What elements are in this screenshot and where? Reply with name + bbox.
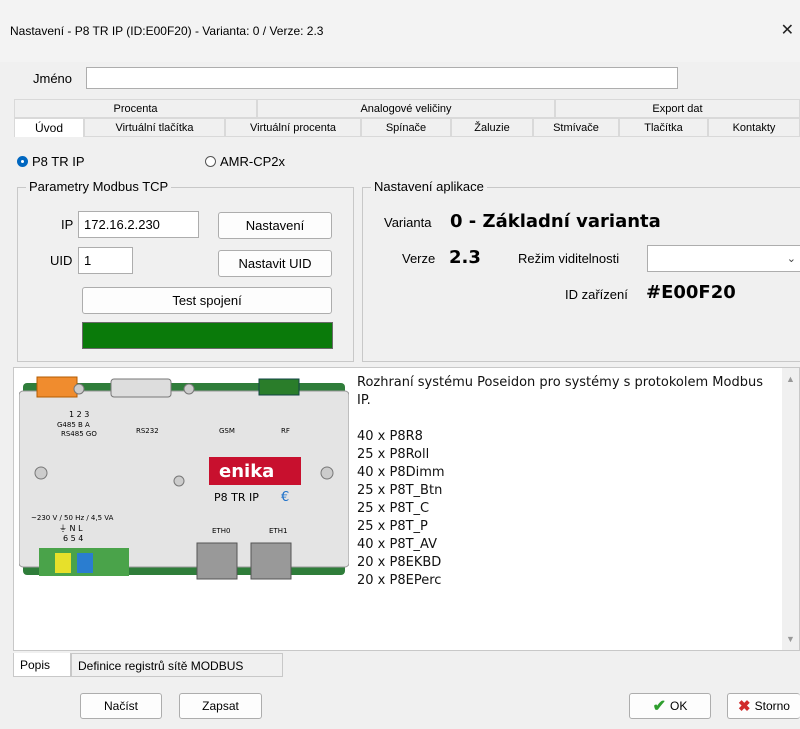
tab-definice-registru[interactable]: Definice registrů sítě MODBUS	[71, 653, 283, 677]
tab-kontakty[interactable]: Kontakty	[708, 118, 800, 137]
port-rf-label: RF	[281, 427, 290, 435]
tab-virtualni-tlacitka[interactable]: Virtuální tlačítka	[84, 118, 225, 137]
tab-popis[interactable]: Popis	[13, 653, 71, 677]
description-scrollbar[interactable]: ▲ ▼	[782, 368, 799, 650]
radio-p8-tr-ip-label: P8 TR IP	[32, 154, 85, 169]
scroll-down-icon[interactable]: ▼	[786, 634, 795, 644]
ip-label: IP	[61, 217, 74, 232]
x-icon: ✖	[738, 698, 751, 715]
radio-p8-tr-ip[interactable]: P8 TR IP	[17, 154, 85, 169]
model-label: P8 TR IP	[214, 491, 259, 504]
device-id-label: ID zařízení	[565, 287, 628, 302]
port-rs232-label: RS232	[136, 427, 159, 435]
set-uid-button[interactable]: Nastavit UID	[218, 250, 332, 277]
app-settings-group-title: Nastavení aplikace	[371, 179, 487, 194]
port-gsm-label: GSM	[219, 427, 235, 435]
pins-top-numbers: 1 2 3	[69, 410, 89, 419]
visibility-mode-select[interactable]: ⌄	[647, 245, 800, 272]
pins-bottom-label: ⏚ N L	[59, 524, 83, 533]
cancel-button[interactable]: ✖ Storno	[727, 693, 800, 719]
ok-button[interactable]: ✔ OK	[629, 693, 711, 719]
ip-input[interactable]: 172.16.2.230	[78, 211, 199, 238]
ok-button-label: OK	[670, 699, 688, 713]
pins-top-label2: RS485 GO	[61, 430, 97, 438]
modbus-group-title: Parametry Modbus TCP	[26, 179, 172, 194]
checkmark-icon: ✔	[652, 698, 667, 715]
name-input[interactable]	[86, 67, 678, 89]
tab-zaluzie[interactable]: Žaluzie	[451, 118, 533, 137]
device-id-value: #E00F20	[646, 282, 736, 303]
tab-stmivace[interactable]: Stmívače	[533, 118, 619, 137]
variant-value: 0 - Základní varianta	[450, 211, 661, 232]
chevron-down-icon: ⌄	[786, 253, 796, 265]
window-title: Nastavení - P8 TR IP (ID:E00F20) - Varia…	[10, 24, 324, 38]
device-illustration: 1 2 3 G485 B A RS485 GO RS232 GSM RF eni…	[18, 376, 350, 580]
settings-dialog: Nastavení - P8 TR IP (ID:E00F20) - Varia…	[0, 0, 800, 729]
write-button[interactable]: Zapsat	[179, 693, 262, 719]
pins-top-label: G485 B A	[57, 421, 90, 429]
power-label: ~230 V / 50 Hz / 4,5 VA	[31, 514, 114, 522]
name-label: Jméno	[33, 71, 73, 86]
ethernet-logo-icon: €	[281, 490, 289, 505]
description-text: Rozhraní systému Poseidon pro systémy s …	[357, 375, 763, 588]
brand-logo-text: enika	[219, 461, 274, 482]
tab-virtualni-procenta[interactable]: Virtuální procenta	[225, 118, 361, 137]
tab-export-dat[interactable]: Export dat	[555, 99, 800, 118]
close-icon[interactable]: ✕	[781, 20, 794, 40]
tab-analogove-veliciny[interactable]: Analogové veličiny	[257, 99, 555, 118]
version-value: 2.3	[449, 247, 481, 268]
port-eth1-label: ETH1	[269, 527, 287, 535]
description-panel: 1 2 3 G485 B A RS485 GO RS232 GSM RF eni…	[13, 367, 800, 651]
visibility-mode-label: Režim viditelnosti	[518, 251, 620, 266]
pins-bottom-numbers: 6 5 4	[63, 534, 83, 543]
radio-unselected-icon	[205, 156, 216, 167]
tab-procenta[interactable]: Procenta	[14, 99, 257, 118]
tab-spinace[interactable]: Spínače	[361, 118, 451, 137]
test-connection-button[interactable]: Test spojení	[82, 287, 332, 314]
radio-selected-icon	[17, 156, 28, 167]
version-label: Verze	[402, 251, 436, 266]
cancel-button-label: Storno	[754, 699, 790, 713]
title-bar: Nastavení - P8 TR IP (ID:E00F20) - Varia…	[0, 0, 800, 62]
settings-button[interactable]: Nastavení	[218, 212, 332, 239]
connection-status-bar	[82, 322, 333, 349]
tab-tlacitka[interactable]: Tlačítka	[619, 118, 708, 137]
device-image: 1 2 3 G485 B A RS485 GO RS232 GSM RF eni…	[18, 373, 350, 585]
radio-amr-cp2x-label: AMR-CP2x	[220, 154, 286, 169]
tab-uvod[interactable]: Úvod	[14, 118, 84, 137]
tab-row-lower: Úvod Virtuální tlačítka Virtuální procen…	[14, 118, 800, 137]
tab-row-upper: Procenta Analogové veličiny Export dat	[14, 99, 800, 118]
variant-label: Varianta	[384, 215, 432, 230]
scroll-up-icon[interactable]: ▲	[786, 374, 795, 384]
port-eth0-label: ETH0	[212, 527, 230, 535]
uid-label: UID	[50, 253, 73, 268]
radio-amr-cp2x[interactable]: AMR-CP2x	[205, 154, 285, 169]
load-button[interactable]: Načíst	[80, 693, 162, 719]
uid-input[interactable]: 1	[78, 247, 133, 274]
